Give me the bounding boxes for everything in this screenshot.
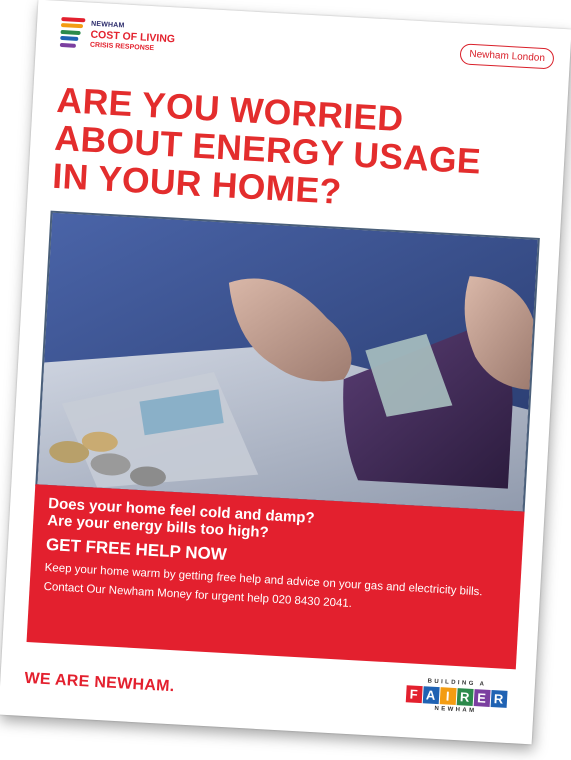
logo-text: NEWHAM COST OF LIVING CRISIS RESPONSE [90,21,176,53]
fairer-tile: E [473,689,491,707]
fairer-tile: I [439,687,457,706]
headline: ARE YOU WORRIED ABOUT ENERGY USAGE IN YO… [51,80,548,222]
logo-bar [61,16,86,23]
photo-illustration [37,212,538,512]
we-are-newham-slogan: WE ARE NEWHAM. [24,669,175,696]
poster: NEWHAM COST OF LIVING CRISIS RESPONSE Ne… [0,0,571,745]
fairer-tile: A [422,686,440,705]
fairer-tile: F [405,685,423,704]
logo-bars-icon [59,16,86,54]
logo-bar [60,23,84,29]
newham-london-badge: Newham London [459,43,555,70]
photo-hands-with-purse [35,210,540,514]
help-panel: Does your home feel cold and damp? Are y… [26,484,525,670]
building-a-fairer-newham-logo: BUILDING A F A I R E R NEWHAM [397,677,515,716]
fairer-tile: R [456,688,474,706]
stage: NEWHAM COST OF LIVING CRISIS RESPONSE Ne… [0,0,571,760]
logo-bar [60,36,79,42]
cost-of-living-logo: NEWHAM COST OF LIVING CRISIS RESPONSE [59,15,211,67]
logo-bar [59,42,77,48]
logo-bar [60,29,81,35]
fairer-tile: R [490,689,508,708]
